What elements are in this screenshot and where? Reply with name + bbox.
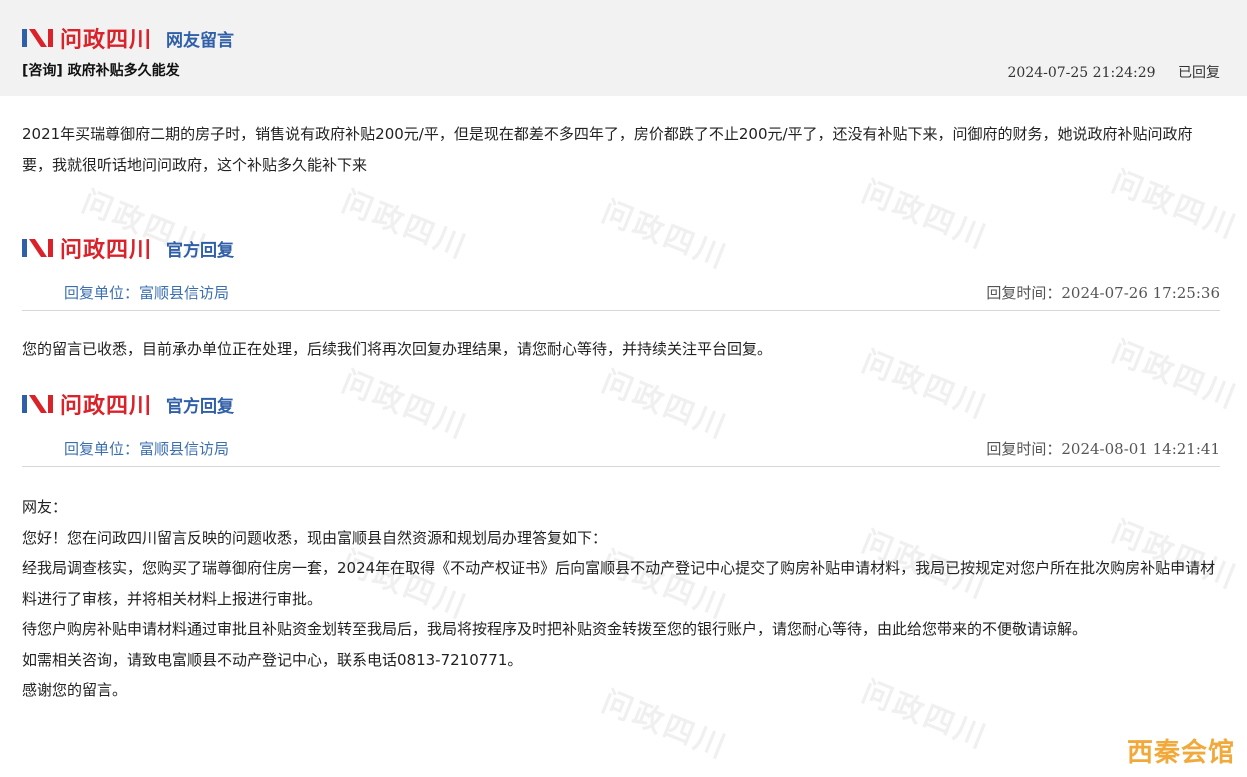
status-badge: 已回复 — [1178, 65, 1220, 81]
reply-line: 经我局调查核实，您购买了瑞尊御府住房一套，2024年在取得《不动产权证书》后向富… — [22, 559, 1216, 608]
reply-line: 您好！您在问政四川留言反映的问题收悉，现由富顺县自然资源和规划局办理答复如下： — [22, 528, 608, 547]
logo-mark-icon — [22, 395, 53, 413]
watermark: 问政四川 — [336, 184, 473, 267]
message-topic: [咨询] 政府补贴多久能发 — [22, 60, 180, 80]
reply-unit-row: 回复单位：富顺县信访局 回复时间：2024-08-01 14:21:41 — [22, 434, 1220, 467]
reply-time: 回复时间：2024-08-01 14:21:41 — [986, 438, 1220, 459]
corner-logo: 西秦会馆 — [1126, 738, 1235, 768]
section-label-reply: 官方回复 — [166, 240, 235, 261]
message-meta: 2024-07-25 21:24:29 已回复 — [1008, 62, 1221, 82]
reply-time-value: 2024-08-01 14:21:41 — [1061, 440, 1220, 458]
message-header: 问政四川 网友留言 [咨询] 政府补贴多久能发 2024-07-25 21:24… — [0, 0, 1247, 96]
reply-logo: 问政四川 官方回复 — [22, 388, 234, 420]
reply-line: 网友： — [22, 498, 68, 516]
message-category: [咨询] — [22, 63, 63, 79]
reply-line: 如需相关咨询，请致电富顺县不动产登记中心，联系电话0813-7210771。 — [22, 650, 523, 669]
reply-time-label: 回复时间： — [986, 440, 1062, 458]
watermark: 问政四川 — [596, 194, 733, 277]
logo-mark-icon — [22, 239, 53, 257]
site-logo: 问政四川 网友留言 — [22, 22, 234, 54]
reply-body: 网友： 您好！您在问政四川留言反映的问题收悉，现由富顺县自然资源和规划局办理答复… — [22, 492, 1227, 706]
logo-text: 问政四川 — [60, 394, 153, 419]
reply-logo: 问政四川 官方回复 — [22, 232, 234, 264]
message-title: 政府补贴多久能发 — [67, 63, 180, 79]
logo-text: 问政四川 — [60, 238, 153, 263]
reply-time: 回复时间：2024-07-26 17:25:36 — [986, 282, 1220, 303]
reply-unit: 回复单位：富顺县信访局 — [64, 284, 230, 302]
reply-body: 您的留言已收悉，目前承办单位正在处理，后续我们将再次回复办理结果，请您耐心等待，… — [22, 340, 773, 358]
message-body: 2021年买瑞尊御府二期的房子时，销售说有政府补贴200元/平，但是现在都差不多… — [22, 125, 1193, 174]
reply-time-value: 2024-07-26 17:25:36 — [1061, 284, 1220, 302]
section-label-reply: 官方回复 — [166, 396, 235, 417]
logo-text: 问政四川 — [60, 28, 153, 53]
logo-mark-icon — [22, 29, 53, 47]
section-label-message: 网友留言 — [166, 30, 235, 51]
reply-unit: 回复单位：富顺县信访局 — [64, 440, 230, 458]
message-time: 2024-07-25 21:24:29 — [1007, 65, 1156, 81]
reply-line: 感谢您的留言。 — [22, 681, 128, 699]
reply-line: 待您户购房补贴申请材料通过审批且补贴资金划转至我局后，我局将按程序及时把补贴资金… — [22, 620, 1088, 638]
reply-unit-row: 回复单位：富顺县信访局 回复时间：2024-07-26 17:25:36 — [22, 278, 1220, 311]
reply-time-label: 回复时间： — [986, 284, 1062, 302]
